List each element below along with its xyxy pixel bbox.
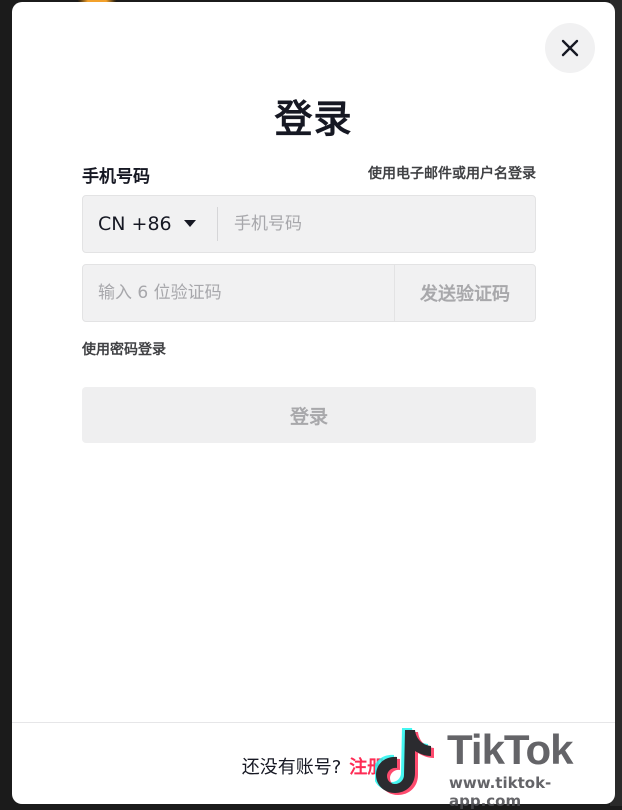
phone-label: 手机号码	[82, 167, 150, 187]
login-modal: 登录 手机号码 使用电子邮件或用户名登录 CN +86 发送验证码 使用密码登录…	[12, 2, 615, 804]
country-code-select[interactable]: CN +86	[83, 196, 217, 252]
phone-input[interactable]	[218, 195, 535, 253]
phone-field-group: CN +86	[82, 195, 536, 253]
send-code-button[interactable]: 发送验证码	[394, 264, 536, 322]
watermark-url: www.tiktok-app.com	[449, 774, 552, 810]
country-code-value: CN +86	[98, 213, 172, 235]
verification-code-input[interactable]	[83, 265, 394, 321]
close-button[interactable]	[545, 23, 595, 73]
tiktok-watermark: TikTok www.tiktok-app.com	[375, 722, 620, 810]
email-username-login-link[interactable]: 使用电子邮件或用户名登录	[368, 163, 536, 183]
page-title: 登录	[274, 97, 353, 141]
close-icon	[561, 39, 579, 57]
tiktok-note-icon	[375, 728, 434, 795]
login-button[interactable]: 登录	[82, 387, 536, 443]
password-login-link[interactable]: 使用密码登录	[82, 339, 166, 359]
watermark-brand: TikTok	[447, 726, 573, 773]
verification-code-field	[82, 264, 395, 322]
signup-prompt-text: 还没有账号?	[241, 757, 342, 778]
caret-down-icon	[183, 220, 196, 227]
